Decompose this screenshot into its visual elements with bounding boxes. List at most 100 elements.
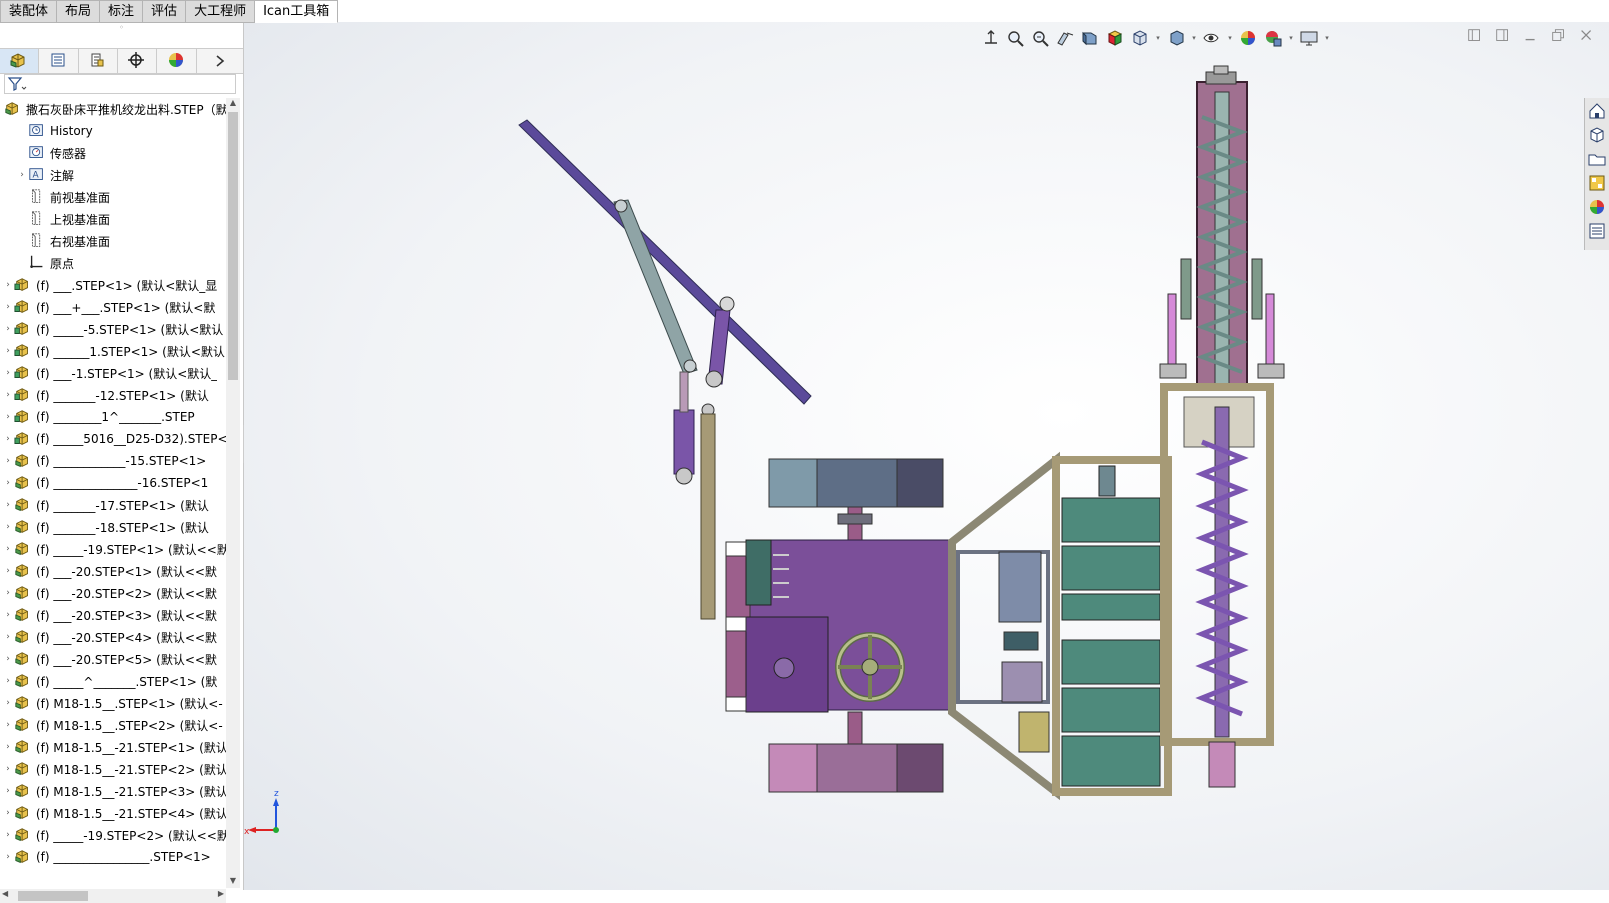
tree-expand-arrow[interactable]: › — [2, 764, 14, 774]
tree-item[interactable]: › (f) M18-1.5__-21.STEP<4> (默认 — [0, 802, 226, 824]
tree-expand-arrow[interactable]: › — [2, 720, 14, 730]
file-explorer-tab[interactable] — [1587, 148, 1607, 170]
propertymanager-tab[interactable] — [39, 49, 79, 73]
tab-2[interactable]: 标注 — [100, 0, 144, 23]
display-monitor-button[interactable] — [1298, 27, 1320, 49]
dropdown-arrow-icon[interactable]: ▾ — [1287, 27, 1295, 49]
tree-item[interactable]: › (f) ____________-15.STEP<1> — [0, 450, 226, 472]
scroll-right-arrow[interactable]: ▶ — [218, 889, 224, 898]
tree-expand-arrow[interactable]: › — [2, 478, 14, 488]
dynamic-annotation-button[interactable] — [1079, 27, 1101, 49]
previous-view-button[interactable] — [1029, 27, 1051, 49]
tile-left-button[interactable] — [1465, 26, 1485, 46]
tree-expand-arrow[interactable]: › — [2, 566, 14, 576]
tree-item[interactable]: › (f) _____^_______.STEP<1> (默 — [0, 670, 226, 692]
tree-expand-arrow[interactable]: › — [2, 412, 14, 422]
tree-expand-arrow[interactable]: › — [2, 522, 14, 532]
home-tab[interactable] — [1587, 100, 1607, 122]
tree-item[interactable]: › (f) ___-1.STEP<1> (默认<默认_ — [0, 362, 226, 384]
tree-expand-arrow[interactable]: › — [2, 676, 14, 686]
close-button[interactable] — [1577, 26, 1597, 46]
tree-expand-arrow[interactable]: › — [2, 544, 14, 554]
tree-item[interactable]: › (f) _____-19.STEP<1> (默认<<默 — [0, 538, 226, 560]
tree-expand-arrow[interactable]: › — [2, 786, 14, 796]
zoom-to-area-button[interactable] — [1004, 27, 1026, 49]
custom-properties-tab[interactable] — [1587, 220, 1607, 242]
tree-item[interactable]: › (f) ______________-16.STEP<1 — [0, 472, 226, 494]
tree-item[interactable]: › (f) _______-18.STEP<1> (默认 — [0, 516, 226, 538]
tree-item[interactable]: 传感器 — [0, 142, 226, 164]
view-settings-button[interactable] — [1262, 27, 1284, 49]
tree-item[interactable]: › (f) ________________.STEP<1> — [0, 846, 226, 868]
filter-box[interactable] — [4, 74, 236, 94]
assembly-model[interactable] — [244, 22, 1609, 890]
tree-item[interactable]: › (f) ___-20.STEP<3> (默认<<默 — [0, 604, 226, 626]
tree-expand-arrow[interactable]: › — [2, 368, 14, 378]
tree-item[interactable]: › (f) ___-20.STEP<5> (默认<<默 — [0, 648, 226, 670]
tree-expand-arrow[interactable]: › — [16, 170, 28, 180]
appearances-tab[interactable] — [1587, 196, 1607, 218]
tree-item[interactable]: › (f) _______-17.STEP<1> (默认 — [0, 494, 226, 516]
tree-item[interactable]: 右视基准面 — [0, 230, 226, 252]
tree-item[interactable]: › (f) ___-20.STEP<1> (默认<<默 — [0, 560, 226, 582]
tree-item[interactable]: › (f) _____-19.STEP<2> (默认<<默 — [0, 824, 226, 846]
tree-item[interactable]: › (f) ___-20.STEP<2> (默认<<默 — [0, 582, 226, 604]
minimize-button[interactable] — [1521, 26, 1541, 46]
dropdown-arrow-icon[interactable]: ▾ — [1323, 27, 1331, 49]
tree-expand-arrow[interactable]: › — [2, 808, 14, 818]
scroll-up-arrow[interactable]: ▲ — [226, 98, 240, 110]
section-view-button[interactable] — [1054, 27, 1076, 49]
tree-item[interactable]: 原点 — [0, 252, 226, 274]
apply-scene-button[interactable] — [1237, 27, 1259, 49]
display-style-button[interactable] — [1129, 27, 1151, 49]
graphics-area[interactable]: ▾ ▾ ▾ ▾ ▾ z x — [244, 22, 1609, 890]
tree-expand-arrow[interactable]: › — [2, 852, 14, 862]
tree-scroll-thumb[interactable] — [228, 112, 238, 380]
dropdown-arrow-icon[interactable]: ▾ — [1226, 27, 1234, 49]
tree-item[interactable]: › (f) ___.STEP<1> (默认<默认_显 — [0, 274, 226, 296]
tree-item[interactable]: › (f) M18-1.5__-21.STEP<2> (默认 — [0, 758, 226, 780]
view-orientation-button[interactable] — [1104, 27, 1126, 49]
tree-item[interactable]: 上视基准面 — [0, 208, 226, 230]
tree-vertical-scrollbar[interactable]: ▲ ▼ — [226, 98, 240, 888]
tree-expand-arrow[interactable]: › — [2, 456, 14, 466]
tree-hscroll-thumb[interactable] — [18, 891, 88, 901]
tree-item[interactable]: › A 注解 — [0, 164, 226, 186]
tree-expand-arrow[interactable]: › — [2, 698, 14, 708]
tab-4[interactable]: 大工程师 — [186, 0, 256, 23]
tree-expand-arrow[interactable]: › — [2, 632, 14, 642]
tree-expand-arrow[interactable]: › — [2, 434, 14, 444]
tree-item[interactable]: › (f) M18-1.5__.STEP<2> (默认<- — [0, 714, 226, 736]
3d-parts-tab[interactable] — [1587, 124, 1607, 146]
tab-1[interactable]: 布局 — [57, 0, 101, 23]
tree-expand-arrow[interactable]: › — [2, 280, 14, 290]
tree-item[interactable]: › (f) ___-20.STEP<4> (默认<<默 — [0, 626, 226, 648]
tree-item[interactable]: › (f) M18-1.5__-21.STEP<1> (默认 — [0, 736, 226, 758]
tree-expand-arrow[interactable]: › — [2, 610, 14, 620]
tree-expand-arrow[interactable]: › — [2, 500, 14, 510]
tree-item[interactable]: › (f) ________1^_______.STEP — [0, 406, 226, 428]
dimxpert-tab[interactable] — [118, 49, 158, 73]
configurationmanager-tab[interactable] — [79, 49, 119, 73]
tile-right-button[interactable] — [1493, 26, 1513, 46]
tree-item[interactable]: › (f) M18-1.5__-21.STEP<3> (默认 — [0, 780, 226, 802]
hide-show-items-button[interactable] — [1165, 27, 1187, 49]
dropdown-arrow-icon[interactable]: ▾ — [1190, 27, 1198, 49]
edit-appearance-button[interactable] — [1201, 27, 1223, 49]
tree-item[interactable]: › (f) _____-5.STEP<1> (默认<默认 — [0, 318, 226, 340]
tab-3[interactable]: 评估 — [143, 0, 187, 23]
tree-expand-arrow[interactable]: › — [2, 346, 14, 356]
tab-5[interactable]: Ican工具箱 — [255, 0, 339, 23]
tree-expand-arrow[interactable]: › — [2, 390, 14, 400]
tree-expand-arrow[interactable]: › — [2, 588, 14, 598]
restore-button[interactable] — [1549, 26, 1569, 46]
tree-item[interactable]: › (f) ___+___.STEP<1> (默认<默 — [0, 296, 226, 318]
tree-item[interactable]: 前视基准面 — [0, 186, 226, 208]
zoom-to-fit-button[interactable] — [979, 27, 1001, 49]
panel-grip[interactable]: ◦ — [0, 22, 243, 34]
dropdown-arrow-icon[interactable]: ▾ — [1154, 27, 1162, 49]
tree-item[interactable]: › (f) M18-1.5__.STEP<1> (默认<- — [0, 692, 226, 714]
tree-expand-arrow[interactable]: › — [2, 830, 14, 840]
tab-0[interactable]: 装配体 — [0, 0, 58, 23]
display-manager-tab[interactable] — [157, 49, 197, 73]
